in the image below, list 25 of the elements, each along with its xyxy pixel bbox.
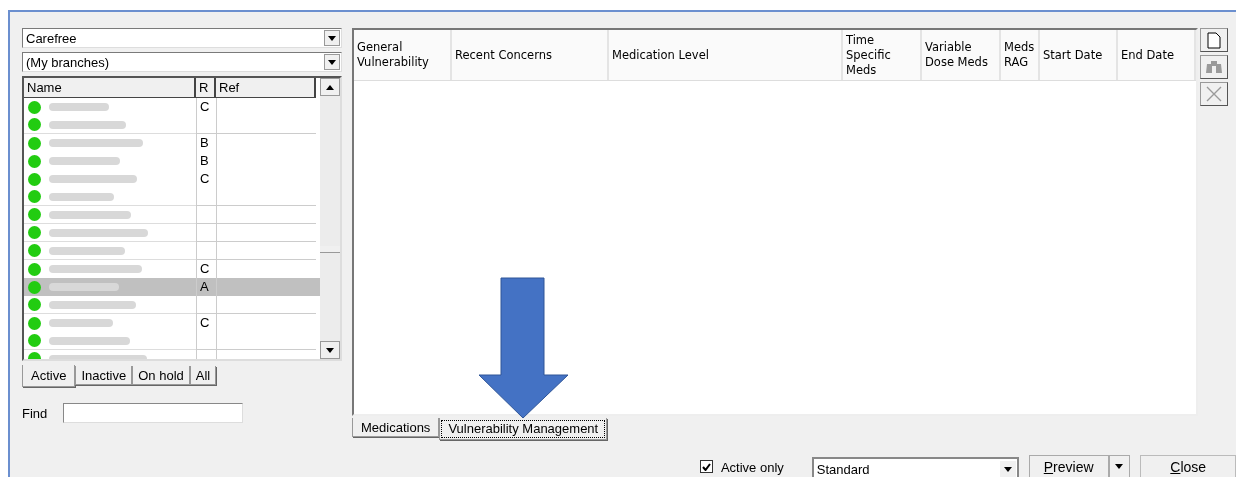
client-row[interactable]: A [24,278,320,296]
preview-button[interactable]: Preview [1028,455,1109,477]
column-header[interactable]: Recent Concerns [452,30,609,80]
column-header[interactable]: R [196,78,216,99]
column-header[interactable]: Meds RAG [1001,30,1040,80]
column-header[interactable]: Ref [216,78,316,99]
column-header[interactable]: Time Specific Meds [843,30,922,80]
column-header[interactable]: Name [24,78,196,99]
status-tab[interactable]: On hold [132,366,190,385]
status-tab[interactable]: All [189,366,217,385]
view-tab[interactable]: Medications [352,418,440,437]
find-label: Find [22,405,48,421]
report-dropdown[interactable]: Standard [811,457,1019,477]
column-header[interactable]: Variable Dose Meds [922,30,1001,80]
view-tab[interactable]: Vulnerability Management [439,418,608,440]
column-header[interactable]: General Vulnerability [354,30,452,80]
branch-filter-dropdown[interactable]: (My branches) [22,52,342,72]
active-only-label: Active only [720,460,784,475]
column-header[interactable]: Medication Level [609,30,843,80]
column-header[interactable]: End Date [1118,30,1196,80]
status-tab[interactable]: Active [22,365,76,387]
status-tab[interactable]: Inactive [75,366,133,385]
client-filter-dropdown[interactable]: Carefree [22,28,342,48]
close-button[interactable]: Close [1140,455,1236,477]
column-header[interactable]: Start Date [1040,30,1118,80]
